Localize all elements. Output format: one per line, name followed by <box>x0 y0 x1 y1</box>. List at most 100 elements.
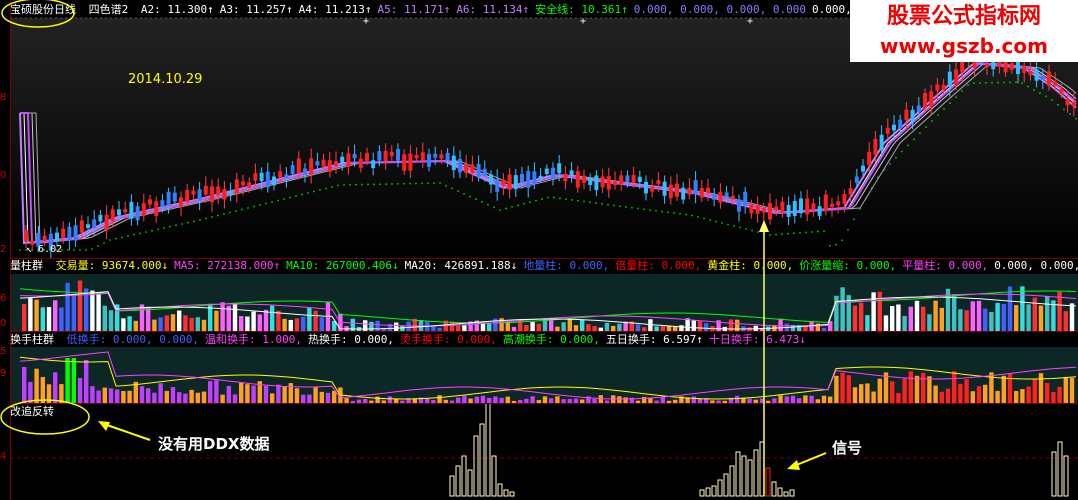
turnover-bar <box>239 382 244 403</box>
volume-bar <box>617 323 622 331</box>
candle <box>445 152 450 161</box>
candle <box>241 181 245 186</box>
candle <box>954 69 958 85</box>
turnover-bar <box>821 395 827 403</box>
turnover-bar <box>146 388 151 403</box>
axis-label: 6 <box>0 293 7 304</box>
volume-bar <box>257 314 262 331</box>
turnover-bar <box>865 383 870 403</box>
candle <box>148 199 152 205</box>
safety-line-dot <box>943 108 945 110</box>
volume-bar <box>59 307 64 331</box>
volume-bar <box>220 302 225 331</box>
ddx-bar <box>497 483 503 497</box>
candle <box>507 174 512 190</box>
safety-line-dot <box>787 232 789 235</box>
safety-line-dot <box>655 209 657 212</box>
candle <box>172 192 177 202</box>
candle <box>197 189 202 201</box>
turnover-bar <box>976 386 982 403</box>
header-value: MA10: 267000.406↓ <box>286 259 399 272</box>
turnover-bar <box>90 386 95 403</box>
candle <box>458 159 462 173</box>
volume-bar <box>859 302 864 331</box>
candle <box>427 154 431 167</box>
safety-line-dot <box>559 197 561 200</box>
candle <box>699 188 704 198</box>
date-label: 2014.10.29 <box>128 72 203 87</box>
header-value: A3: 11.257↑ <box>219 3 293 16</box>
candle <box>879 134 884 151</box>
candle <box>501 179 506 186</box>
header-value: 温和换手: 1.000, <box>204 333 302 346</box>
candle <box>575 171 580 188</box>
volume-bar <box>561 322 566 331</box>
candle <box>668 184 673 199</box>
candle <box>315 161 320 166</box>
candle <box>296 158 301 174</box>
turnover-bar <box>307 394 312 403</box>
ddx-bar <box>705 487 711 497</box>
volume-bar <box>567 318 572 331</box>
volume-bar <box>852 305 858 331</box>
turnover-bar <box>890 381 895 403</box>
header-value: 安全线: 10.361↑ <box>535 3 628 16</box>
turnover-bar <box>840 372 845 403</box>
header-value: 倍量柱: 0.000, <box>615 259 702 272</box>
candle <box>873 138 878 155</box>
volume-bar <box>158 317 163 331</box>
period-label[interactable]: 日线 <box>54 3 76 16</box>
safety-line-dot <box>685 213 687 216</box>
turnover-bar <box>437 395 442 403</box>
safety-line-dot <box>607 203 609 206</box>
volume-bar <box>369 321 374 331</box>
safety-line-dot <box>271 201 273 203</box>
safety-line-dot <box>145 231 147 233</box>
stock-name[interactable]: 宝硕股份 <box>10 3 54 16</box>
watermark-url: www.gszb.com <box>880 34 1048 58</box>
candle <box>842 193 847 204</box>
ddx-bar <box>491 455 497 497</box>
volume-bar <box>46 307 52 331</box>
safety-line-dot <box>511 205 513 208</box>
safety-line-dot <box>421 182 423 185</box>
watermark-logo: 股票公式指标网 www.gszb.com <box>850 0 1078 62</box>
turnover-bar <box>46 384 52 403</box>
volume-bar <box>183 315 188 331</box>
safety-line-dot <box>463 192 465 195</box>
safety-line-dot <box>331 186 333 188</box>
volume-bar <box>288 319 293 331</box>
candle <box>24 230 28 242</box>
turnover-bar <box>59 384 64 403</box>
volume-bar <box>691 320 696 331</box>
safety-line-dot <box>427 182 429 185</box>
candle <box>42 235 47 241</box>
safety-line-dot <box>343 184 345 186</box>
volume-bar <box>319 317 324 331</box>
candle <box>885 127 890 134</box>
candle <box>303 168 307 175</box>
turnover-bar <box>313 386 318 403</box>
turnover-header: 换手柱群 低换手: 0.000, 0.000, 温和换手: 1.000, 热换手: … <box>10 332 1078 348</box>
safety-line-dot <box>91 248 93 250</box>
axis-label: 2 <box>0 244 7 255</box>
turnover-bar <box>803 395 808 403</box>
candle <box>414 154 419 159</box>
volume-bar <box>195 317 200 331</box>
turnover-pane[interactable]: 换手柱群 低换手: 0.000, 0.000, 温和换手: 1.000, 热换手: … <box>10 331 1078 403</box>
ddx-bar <box>473 435 479 497</box>
axis-label: 0 <box>0 170 7 181</box>
volume-pane[interactable]: 量柱群 交易量: 93674.000↓ MA5: 272138.000↑ MA10:… <box>10 258 1078 331</box>
candle <box>817 206 822 216</box>
safety-line-dot <box>127 235 129 237</box>
turnover-bar <box>462 395 467 403</box>
turnover-bar <box>958 383 963 403</box>
turnover-bar <box>809 395 814 403</box>
turnover-bar <box>214 380 219 403</box>
safety-line-dot <box>1009 81 1011 84</box>
header-value: MA20: 426891.188↓ <box>404 259 518 272</box>
safety-line-dot <box>721 222 723 224</box>
candle <box>929 91 934 107</box>
safety-line-dot <box>517 204 519 207</box>
candle <box>67 226 72 241</box>
